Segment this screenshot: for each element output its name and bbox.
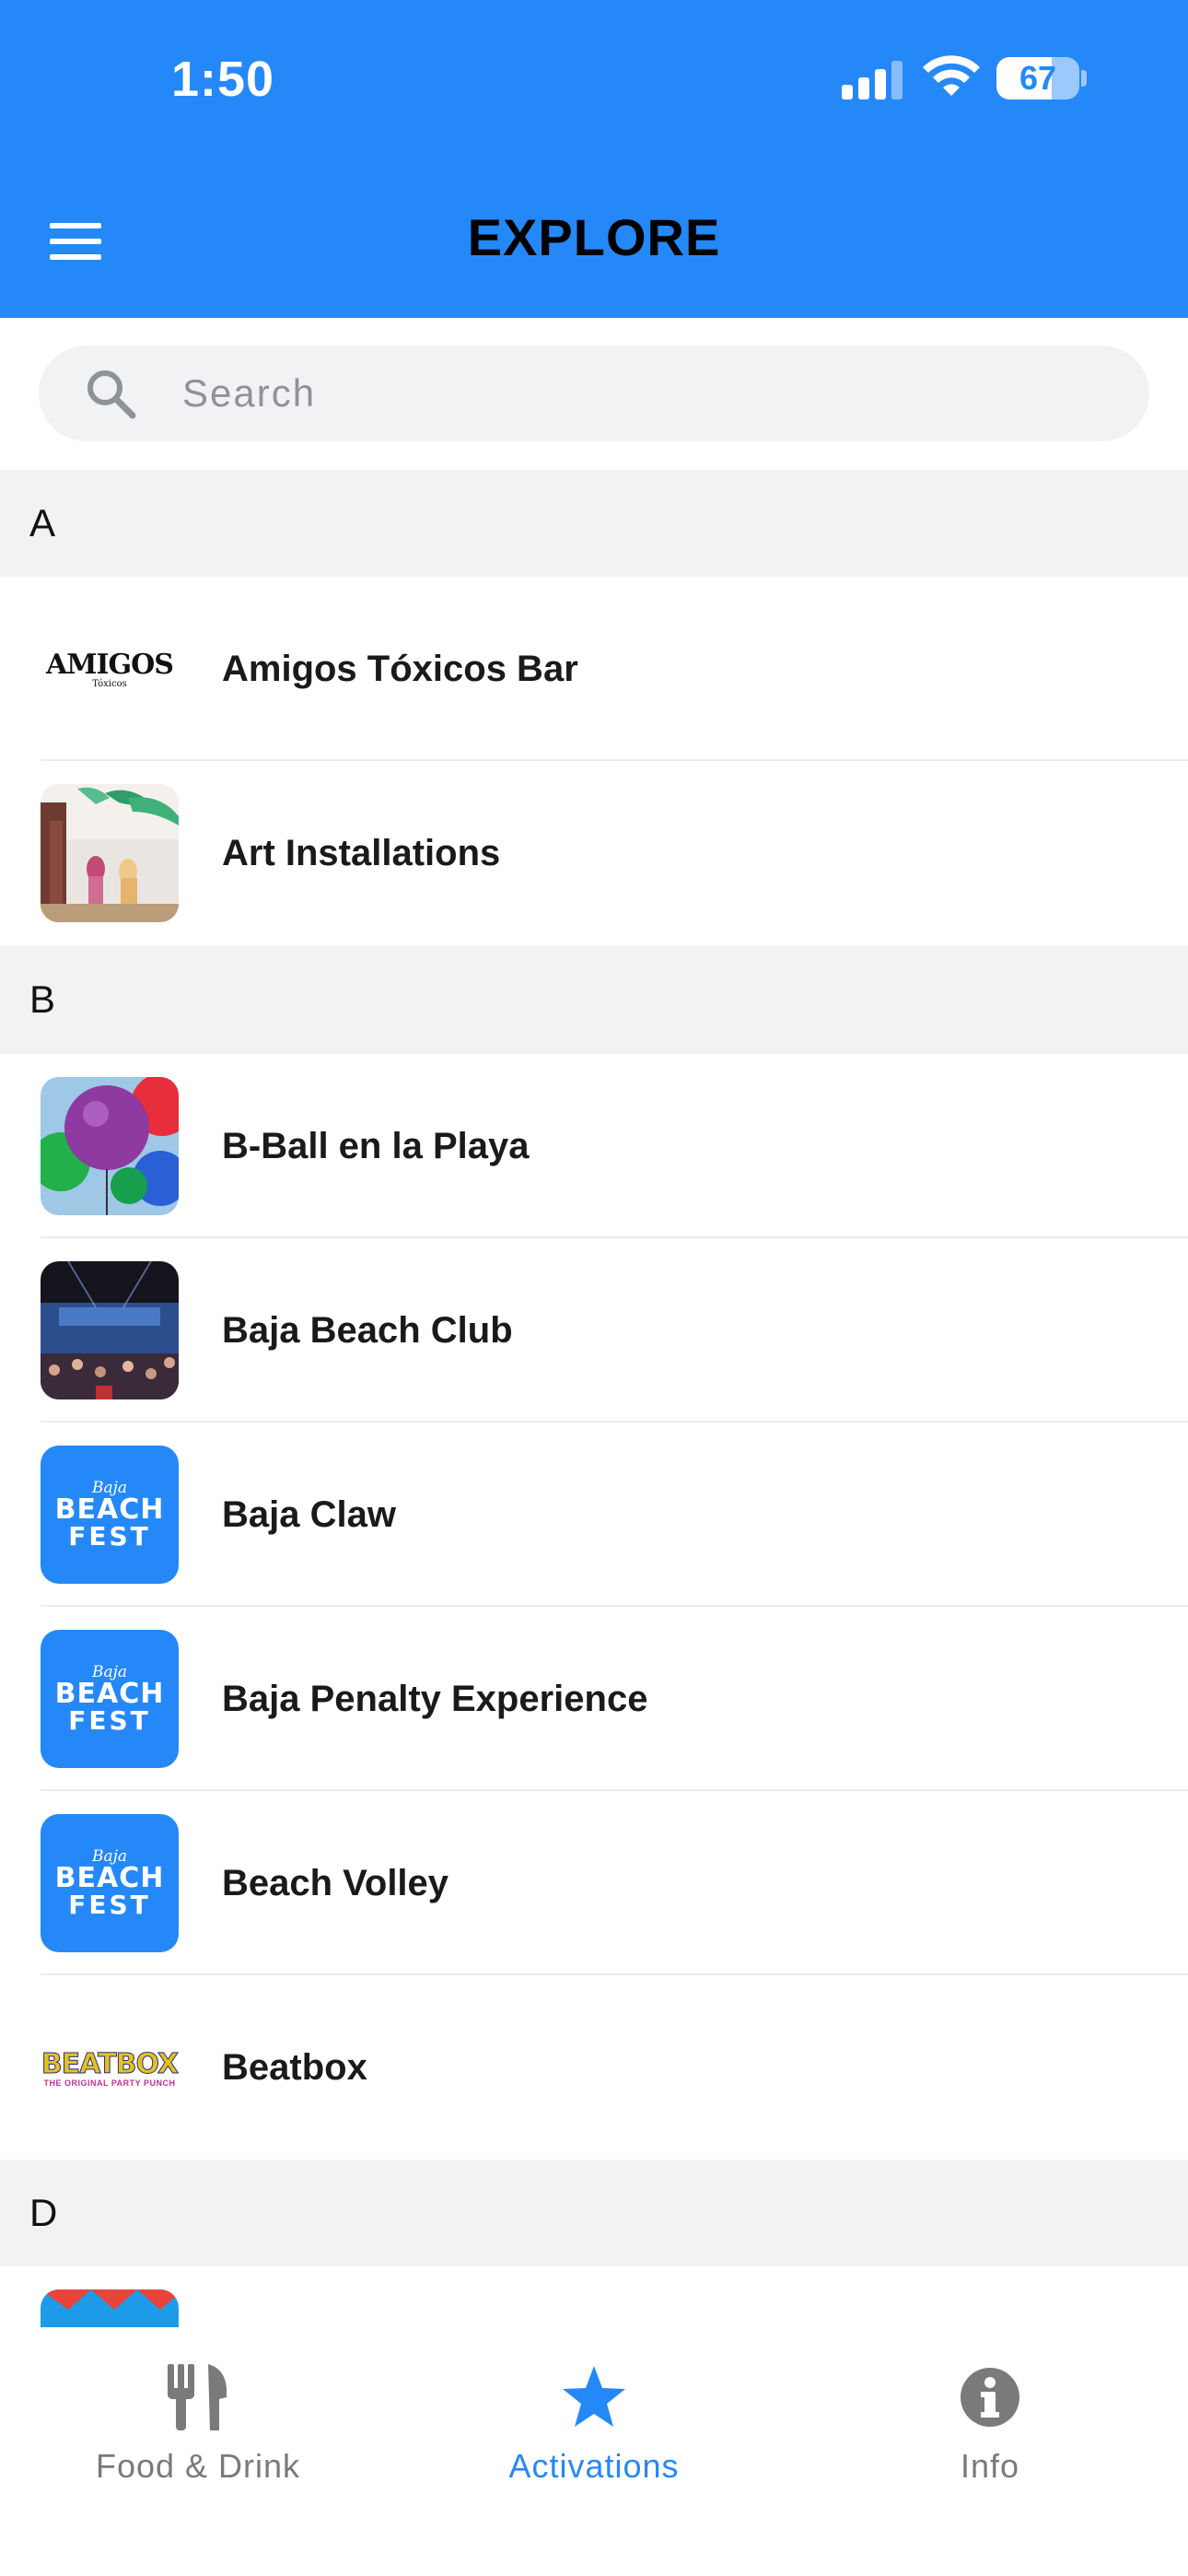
item-label: Amigos Tóxicos Bar <box>222 648 578 689</box>
list-item[interactable]: BEATBOX THE ORIGINAL PARTY PUNCH Beatbox <box>0 1975 1188 2160</box>
section-letter: A <box>29 501 56 544</box>
battery-icon: 67 <box>996 57 1079 100</box>
search-icon <box>87 370 136 419</box>
tab-label: Food & Drink <box>95 2447 301 2485</box>
item-label: Baja Penalty Experience <box>222 1678 648 1719</box>
tab-food-drink[interactable]: Food & Drink <box>0 2346 396 2502</box>
logo-subtext: THE ORIGINAL PARTY PUNCH <box>43 2078 176 2088</box>
star-icon <box>563 2366 625 2427</box>
list-item[interactable]: AMIGOS Tóxicos Amigos Tóxicos Bar <box>0 577 1188 761</box>
section-header-b: B <box>0 945 1188 1054</box>
section-letter: D <box>29 2191 58 2234</box>
tab-activations[interactable]: Activations <box>396 2346 792 2502</box>
list-item[interactable]: Baja BEACH FEST Baja Penalty Experience <box>0 1607 1188 1791</box>
baja-beach-club-photo <box>41 1261 179 1399</box>
tab-label: Info <box>960 2447 1020 2485</box>
section-header-a: A <box>0 470 1188 577</box>
logo-subtext: Tóxicos <box>92 679 127 689</box>
beatbox-logo: BEATBOX THE ORIGINAL PARTY PUNCH <box>41 1998 179 2137</box>
baja-beach-fest-logo: Baja BEACH FEST <box>41 1446 179 1584</box>
art-installations-photo <box>41 784 179 922</box>
page-title: EXPLORE <box>467 208 721 266</box>
partial-thumbnail <box>41 2289 179 2327</box>
search-input[interactable] <box>182 345 1103 441</box>
tab-info[interactable]: Info <box>792 2346 1188 2502</box>
search-box[interactable] <box>39 345 1149 441</box>
section-header-d: D <box>0 2160 1188 2266</box>
list-item[interactable]: B-Ball en la Playa <box>0 1054 1188 1238</box>
info-icon <box>961 2368 1019 2427</box>
explore-list[interactable]: A AMIGOS Tóxicos Amigos Tóxicos Bar Art … <box>0 470 1188 2327</box>
cellular-signal-icon <box>842 61 903 100</box>
logo-text: BEACH <box>54 1493 165 1526</box>
logo-text: BEATBOX <box>41 2047 179 2080</box>
logo-text: FEST <box>68 1705 151 1736</box>
amigos-logo: AMIGOS Tóxicos <box>41 600 179 738</box>
baja-beach-fest-logo: Baja BEACH FEST <box>41 1630 179 1768</box>
list-item[interactable] <box>0 2266 1188 2327</box>
list-item[interactable]: Baja BEACH FEST Baja Claw <box>0 1423 1188 1607</box>
status-time: 1:50 <box>171 52 275 107</box>
tab-label: Activations <box>508 2447 680 2485</box>
logo-text: BEACH <box>54 1862 165 1894</box>
logo-text: FEST <box>68 1521 151 1551</box>
logo-text: BEACH <box>54 1678 165 1710</box>
wifi-icon <box>923 55 980 96</box>
item-label: Art Installations <box>222 832 501 873</box>
list-item[interactable]: Baja Beach Club <box>0 1238 1188 1423</box>
item-label: Baja Claw <box>222 1493 396 1535</box>
fork-knife-icon <box>168 2364 227 2430</box>
item-label: Beach Volley <box>222 1862 449 1903</box>
baja-beach-fest-logo: Baja BEACH FEST <box>41 1814 179 1952</box>
section-letter: B <box>29 978 56 1021</box>
tab-bar: Food & Drink Activations Info <box>0 2327 1188 2576</box>
logo-text: FEST <box>68 1890 151 1920</box>
app-screen: 1:50 67 EXPLORE Search A AMIGOS Tóxicos … <box>0 0 1188 2576</box>
header-bar: 1:50 67 EXPLORE <box>0 0 1188 318</box>
battery-percent: 67 <box>1019 59 1057 97</box>
item-label: B-Ball en la Playa <box>222 1125 530 1166</box>
list-item[interactable]: Baja BEACH FEST Beach Volley <box>0 1791 1188 1975</box>
logo-text: AMIGOS <box>46 649 174 681</box>
list-item[interactable]: Art Installations <box>0 761 1188 945</box>
b-ball-photo <box>41 1077 179 1215</box>
item-label: Beatbox <box>222 2046 367 2088</box>
item-label: Baja Beach Club <box>222 1309 513 1351</box>
battery-nub <box>1081 70 1087 87</box>
search-area <box>0 318 1188 470</box>
